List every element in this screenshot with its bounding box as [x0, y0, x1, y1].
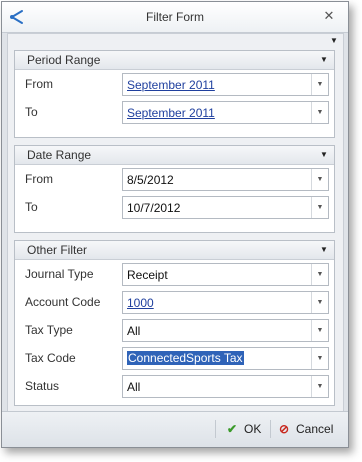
- group-title: Date Range: [27, 148, 92, 162]
- field-label: Journal Type: [25, 267, 94, 281]
- close-icon[interactable]: ✕: [321, 8, 337, 24]
- field-value: All: [127, 380, 141, 394]
- collapse-arrow-icon[interactable]: ▼: [328, 36, 340, 46]
- date-from-picker[interactable]: 8/5/2012 ▼: [122, 168, 329, 191]
- chevron-down-icon[interactable]: ▼: [311, 102, 328, 123]
- divider: [215, 420, 216, 438]
- chevron-down-icon[interactable]: ▼: [311, 264, 328, 285]
- collapse-arrow-icon[interactable]: ▼: [318, 146, 330, 164]
- field-label: To: [25, 105, 38, 119]
- collapse-arrow-icon[interactable]: ▼: [318, 241, 330, 259]
- group-title: Other Filter: [27, 243, 88, 257]
- chevron-down-icon[interactable]: ▼: [311, 348, 328, 369]
- field-value: All: [127, 324, 141, 338]
- period-from-dropdown[interactable]: September 2011 ▼: [122, 73, 329, 96]
- period-range-group: Period Range ▼ From September 2011 ▼ To …: [14, 50, 335, 138]
- account-code-dropdown[interactable]: 1000 ▼: [122, 291, 329, 314]
- ok-label: OK: [244, 422, 262, 436]
- other-filter-group: Other Filter ▼ Journal Type Receipt ▼ Ac…: [14, 240, 335, 406]
- ok-button[interactable]: ✔ OK: [224, 420, 261, 438]
- tax-code-row: Tax Code ConnectedSports Tax ▼: [15, 347, 334, 370]
- field-value: ConnectedSports Tax: [127, 351, 244, 365]
- chevron-down-icon[interactable]: ▼: [311, 320, 328, 341]
- tax-type-row: Tax Type All ▼: [15, 319, 334, 342]
- chevron-down-icon[interactable]: ▼: [311, 169, 328, 190]
- period-range-header[interactable]: Period Range ▼: [15, 51, 334, 70]
- filter-panel: ▼ Period Range ▼ From September 2011 ▼ T…: [7, 33, 344, 412]
- date-to-picker[interactable]: 10/7/2012 ▼: [122, 196, 329, 219]
- period-from-row: From September 2011 ▼: [15, 73, 334, 96]
- field-label: Status: [25, 379, 60, 393]
- field-value: 1000: [127, 296, 154, 310]
- dialog-footer: ✔ OK ⊘ Cancel: [2, 411, 348, 447]
- field-label: Tax Code: [25, 351, 76, 365]
- period-to-dropdown[interactable]: September 2011 ▼: [122, 101, 329, 124]
- group-title: Period Range: [27, 53, 101, 67]
- other-filter-header[interactable]: Other Filter ▼: [15, 241, 334, 260]
- date-to-row: To 10/7/2012 ▼: [15, 196, 334, 219]
- journal-type-dropdown[interactable]: Receipt ▼: [122, 263, 329, 286]
- cancel-icon: ⊘: [278, 422, 290, 436]
- account-code-row: Account Code 1000 ▼: [15, 291, 334, 314]
- date-from-row: From 8/5/2012 ▼: [15, 168, 334, 191]
- filter-form-window: Filter Form ✕ ▼ Period Range ▼ From Sept…: [1, 1, 349, 448]
- field-label: From: [25, 77, 53, 91]
- chevron-down-icon[interactable]: ▼: [311, 292, 328, 313]
- tax-code-dropdown[interactable]: ConnectedSports Tax ▼: [122, 347, 329, 370]
- cancel-label: Cancel: [296, 422, 334, 436]
- field-label: From: [25, 172, 53, 186]
- field-value: 10/7/2012: [127, 201, 181, 215]
- title-bar: Filter Form ✕: [2, 2, 348, 33]
- chevron-down-icon[interactable]: ▼: [311, 74, 328, 95]
- field-label: Tax Type: [25, 323, 73, 337]
- field-label: Account Code: [25, 295, 101, 309]
- window-title: Filter Form: [146, 10, 204, 24]
- journal-type-row: Journal Type Receipt ▼: [15, 263, 334, 286]
- period-to-row: To September 2011 ▼: [15, 101, 334, 124]
- status-row: Status All ▼: [15, 375, 334, 398]
- checkmark-icon: ✔: [226, 422, 238, 436]
- tax-type-dropdown[interactable]: All ▼: [122, 319, 329, 342]
- collapse-arrow-icon[interactable]: ▼: [318, 51, 330, 69]
- field-value: Receipt: [127, 268, 168, 282]
- status-dropdown[interactable]: All ▼: [122, 375, 329, 398]
- field-value: 8/5/2012: [127, 173, 174, 187]
- date-range-header[interactable]: Date Range ▼: [15, 146, 334, 165]
- divider: [270, 420, 271, 438]
- field-value: September 2011: [127, 78, 215, 92]
- chevron-down-icon[interactable]: ▼: [311, 197, 328, 218]
- chevron-down-icon[interactable]: ▼: [311, 376, 328, 397]
- cancel-button[interactable]: ⊘ Cancel: [276, 420, 333, 438]
- field-label: To: [25, 200, 38, 214]
- date-range-group: Date Range ▼ From 8/5/2012 ▼ To 10/7/201…: [14, 145, 335, 233]
- field-value: September 2011: [127, 106, 215, 120]
